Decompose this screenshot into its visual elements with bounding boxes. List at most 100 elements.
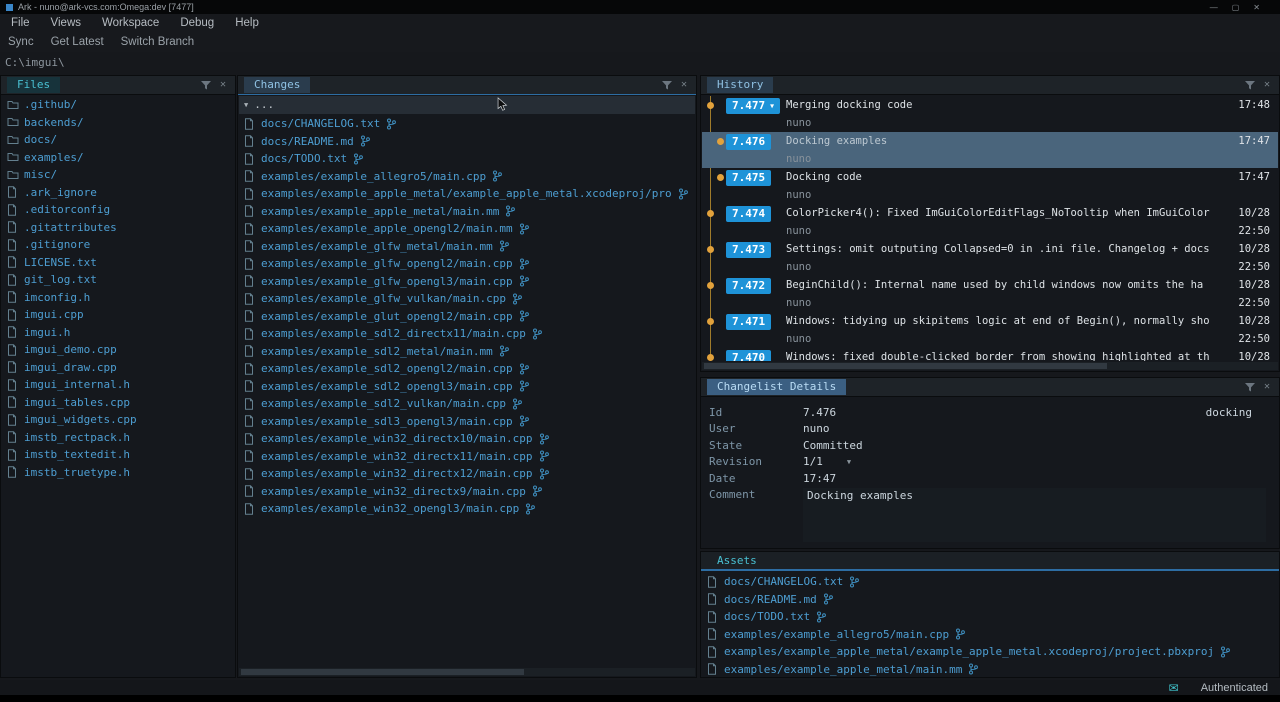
- close-icon[interactable]: ✕: [1264, 382, 1270, 392]
- filter-icon[interactable]: [662, 80, 672, 90]
- changeset-row[interactable]: 7.473▼ Settings: omit outputing Collapse…: [702, 240, 1278, 276]
- file-tree-item[interactable]: imgui_tables.cpp: [2, 394, 234, 412]
- file-tree-item[interactable]: .gitattributes: [2, 219, 234, 237]
- filter-icon[interactable]: [1245, 382, 1255, 392]
- asset-file-row[interactable]: examples/example_apple_metal/main.mm: [702, 661, 1278, 677]
- toolbar-button[interactable]: Switch Branch: [121, 36, 195, 48]
- changed-file-row[interactable]: examples/example_sdl3_opengl3/main.cpp: [239, 413, 695, 431]
- asset-file-row[interactable]: docs/CHANGELOG.txt: [702, 573, 1278, 591]
- file-tree-item[interactable]: .gitignore: [2, 236, 234, 254]
- file-path: examples/example_sdl2_directx11/main.cpp: [261, 327, 526, 340]
- menu-item[interactable]: Help: [235, 17, 259, 29]
- file-tree-item[interactable]: backends/: [2, 114, 234, 132]
- changed-file-row[interactable]: examples/example_apple_opengl2/main.mm: [239, 220, 695, 238]
- file-tree-item[interactable]: imgui_demo.cpp: [2, 341, 234, 359]
- changed-file-row[interactable]: examples/example_win32_directx12/main.cp…: [239, 465, 695, 483]
- changed-file-row[interactable]: examples/example_glfw_metal/main.mm: [239, 238, 695, 256]
- changed-file-row[interactable]: examples/example_sdl2_vulkan/main.cpp: [239, 395, 695, 413]
- changeset-version-badge: 7.476▼: [726, 134, 771, 150]
- asset-file-row[interactable]: docs/README.md: [702, 591, 1278, 609]
- toolbar-button[interactable]: Get Latest: [51, 36, 104, 48]
- menu-item[interactable]: Views: [51, 17, 81, 29]
- expander-icon[interactable]: ▼: [244, 101, 248, 109]
- file-tree-item[interactable]: .editorconfig: [2, 201, 234, 219]
- changeset-row[interactable]: 7.471▼ Windows: tidying up skipitems log…: [702, 312, 1278, 348]
- file-tree-item[interactable]: LICENSE.txt: [2, 254, 234, 272]
- file-tree-item[interactable]: imgui.cpp: [2, 306, 234, 324]
- changed-file-row[interactable]: examples/example_glfw_opengl3/main.cpp: [239, 273, 695, 291]
- scrollbar-thumb[interactable]: [704, 363, 1107, 369]
- changed-file-row[interactable]: examples/example_win32_directx11/main.cp…: [239, 448, 695, 466]
- history-panel-header: History ✕: [701, 76, 1279, 95]
- toolbar-button[interactable]: Sync: [8, 36, 34, 48]
- close-icon[interactable]: ✕: [681, 80, 687, 90]
- asset-file-row[interactable]: examples/example_allegro5/main.cpp: [702, 626, 1278, 644]
- file-tree-item[interactable]: docs/: [2, 131, 234, 149]
- file-path: examples/example_allegro5/main.cpp: [261, 170, 486, 183]
- chevron-down-icon[interactable]: ▼: [770, 102, 774, 110]
- filter-icon[interactable]: [1245, 80, 1255, 90]
- mail-icon[interactable]: ✉: [1169, 681, 1179, 695]
- window-control-button[interactable]: —: [1210, 3, 1218, 12]
- files-panel-title[interactable]: Files: [7, 77, 60, 93]
- revision-dropdown-icon[interactable]: ▼: [847, 458, 851, 466]
- changelist-details-panel: Changelist Details ✕ Id 7.476 ▼ docking …: [700, 377, 1280, 549]
- changed-file-row[interactable]: examples/example_glut_opengl2/main.cpp: [239, 308, 695, 326]
- changeset-row[interactable]: 7.475▼ Docking code 17:47 nuno: [702, 168, 1278, 204]
- file-tree-item[interactable]: imconfig.h: [2, 289, 234, 307]
- changes-root-row[interactable]: ▼ ...: [239, 96, 695, 114]
- changed-file-row[interactable]: examples/example_apple_metal/example_app…: [239, 185, 695, 203]
- window-control-button[interactable]: ✕: [1253, 3, 1260, 12]
- file-tree-item[interactable]: imgui.h: [2, 324, 234, 342]
- changed-file-row[interactable]: examples/example_win32_directx10/main.cp…: [239, 430, 695, 448]
- window-control-button[interactable]: ▢: [1232, 3, 1240, 12]
- changed-file-row[interactable]: examples/example_glfw_opengl2/main.cpp: [239, 255, 695, 273]
- changed-file-row[interactable]: examples/example_sdl2_opengl3/main.cpp: [239, 378, 695, 396]
- changeset-row[interactable]: 7.474▼ ColorPicker4(): Fixed ImGuiColorE…: [702, 204, 1278, 240]
- changeset-comment: BeginChild(): Internal name used by chil…: [786, 279, 1203, 291]
- file-tree-item[interactable]: imgui_widgets.cpp: [2, 411, 234, 429]
- file-tree-item[interactable]: misc/: [2, 166, 234, 184]
- changed-file-row[interactable]: examples/example_win32_directx9/main.cpp: [239, 483, 695, 501]
- asset-file-row[interactable]: examples/example_apple_metal/example_app…: [702, 643, 1278, 661]
- changed-file-row[interactable]: docs/README.md: [239, 133, 695, 151]
- menu-item[interactable]: File: [11, 17, 30, 29]
- changed-file-row[interactable]: examples/example_win32_opengl3/main.cpp: [239, 500, 695, 518]
- changed-file-row[interactable]: examples/example_sdl2_opengl2/main.cpp: [239, 360, 695, 378]
- history-panel-title[interactable]: History: [707, 77, 773, 93]
- changed-file-row[interactable]: examples/example_allegro5/main.cpp: [239, 168, 695, 186]
- file-tree-item[interactable]: imgui_internal.h: [2, 376, 234, 394]
- file-tree-item[interactable]: imstb_textedit.h: [2, 446, 234, 464]
- file-tree-item[interactable]: git_log.txt: [2, 271, 234, 289]
- branch-icon: [360, 135, 372, 147]
- changeset-comment: Windows: tidying up skipitems logic at e…: [786, 315, 1210, 327]
- changed-file-row[interactable]: examples/example_sdl2_directx11/main.cpp: [239, 325, 695, 343]
- file-tree-item[interactable]: imstb_rectpack.h: [2, 429, 234, 447]
- changeset-version-badge: 7.472▼: [726, 278, 771, 294]
- file-tree-item[interactable]: .github/: [2, 96, 234, 114]
- menu-item[interactable]: Workspace: [102, 17, 159, 29]
- filter-icon[interactable]: [201, 80, 211, 90]
- file-tree-item[interactable]: imgui_draw.cpp: [2, 359, 234, 377]
- changeset-row[interactable]: 7.472▼ BeginChild(): Internal name used …: [702, 276, 1278, 312]
- changed-file-row[interactable]: examples/example_glfw_vulkan/main.cpp: [239, 290, 695, 308]
- file-tree-item[interactable]: imstb_truetype.h: [2, 464, 234, 482]
- scrollbar-thumb[interactable]: [241, 669, 524, 675]
- details-panel-title[interactable]: Changelist Details: [707, 379, 846, 395]
- menu-item[interactable]: Debug: [180, 17, 214, 29]
- folder-icon: [7, 169, 19, 181]
- asset-file-row[interactable]: docs/TODO.txt: [702, 608, 1278, 626]
- changed-file-row[interactable]: examples/example_apple_metal/main.mm: [239, 203, 695, 221]
- file-tree-item[interactable]: examples/: [2, 149, 234, 167]
- changes-panel-title[interactable]: Changes: [244, 77, 310, 93]
- file-icon: [7, 326, 19, 338]
- close-icon[interactable]: ✕: [1264, 80, 1270, 90]
- changeset-row[interactable]: 7.477▼ Merging docking code 17:48 nuno: [702, 96, 1278, 132]
- changeset-row[interactable]: 7.476▼ Docking examples 17:47 nuno: [702, 132, 1278, 168]
- changed-file-row[interactable]: docs/CHANGELOG.txt: [239, 115, 695, 133]
- file-tree-item[interactable]: .ark_ignore: [2, 184, 234, 202]
- changed-file-row[interactable]: examples/example_sdl2_metal/main.mm: [239, 343, 695, 361]
- changeset-row[interactable]: 7.470▼ Windows: fixed double-clicked bor…: [702, 348, 1278, 361]
- changed-file-row[interactable]: docs/TODO.txt: [239, 150, 695, 168]
- close-icon[interactable]: ✕: [220, 80, 226, 90]
